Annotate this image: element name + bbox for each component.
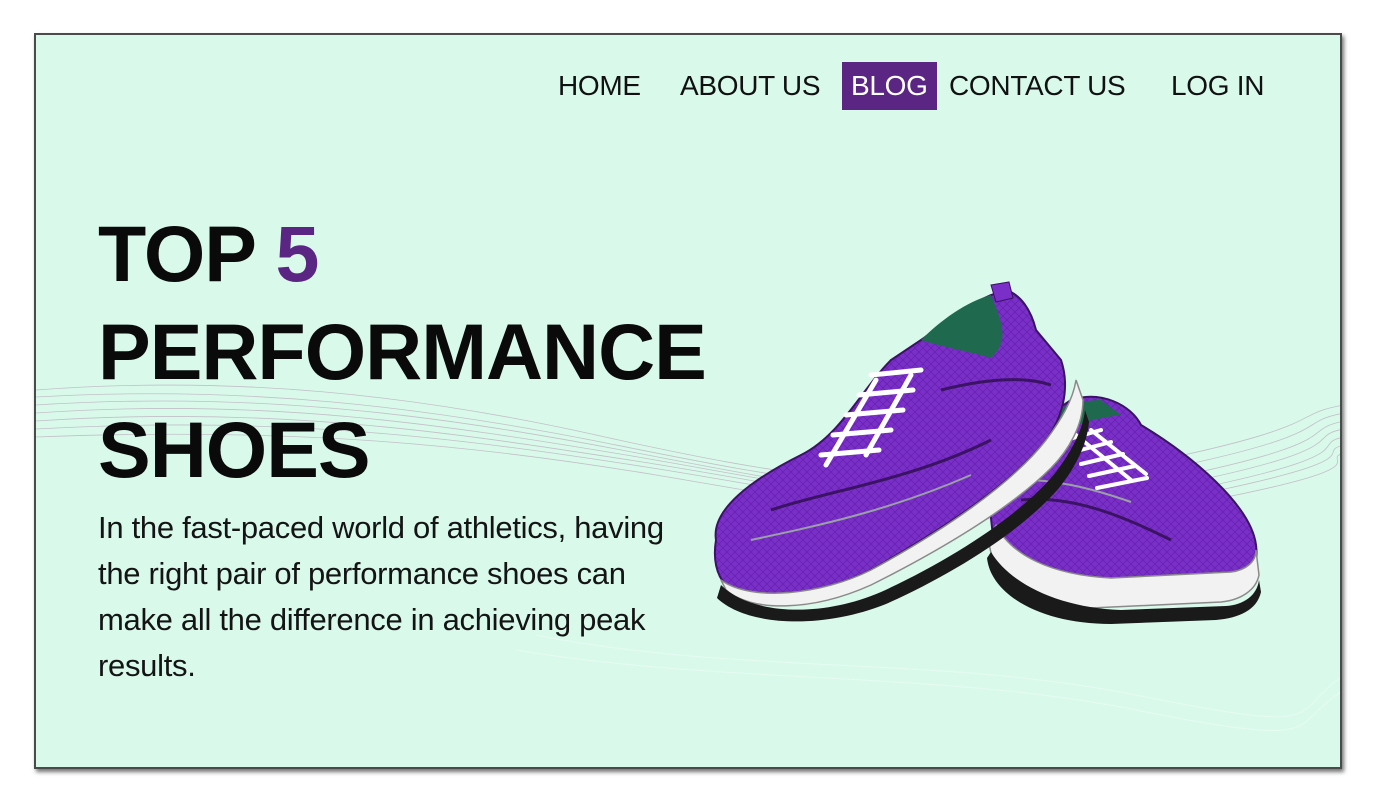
headline-prefix: TOP: [98, 209, 276, 298]
page-title: TOP 5 PERFORMANCE SHOES: [98, 205, 707, 499]
headline-line-2: PERFORMANCE: [98, 307, 707, 396]
nav-home-link[interactable]: HOME: [558, 62, 641, 110]
nav-contact-us-link[interactable]: CONTACT US: [949, 62, 1126, 110]
purple-running-shoes-image: [713, 281, 1261, 624]
hero-section: HOME ABOUT US BLOG CONTACT US LOG IN TOP…: [34, 33, 1342, 769]
hero-description: In the fast-paced world of athletics, ha…: [98, 510, 664, 683]
nav-blog-link[interactable]: BLOG: [842, 62, 937, 110]
headline-line-3: SHOES: [98, 405, 371, 494]
nav-about-us-link[interactable]: ABOUT US: [680, 62, 821, 110]
headline-accent-number: 5: [275, 209, 320, 298]
main-navigation: HOME ABOUT US BLOG CONTACT US LOG IN: [36, 62, 1340, 110]
nav-log-in-link[interactable]: LOG IN: [1171, 62, 1264, 110]
